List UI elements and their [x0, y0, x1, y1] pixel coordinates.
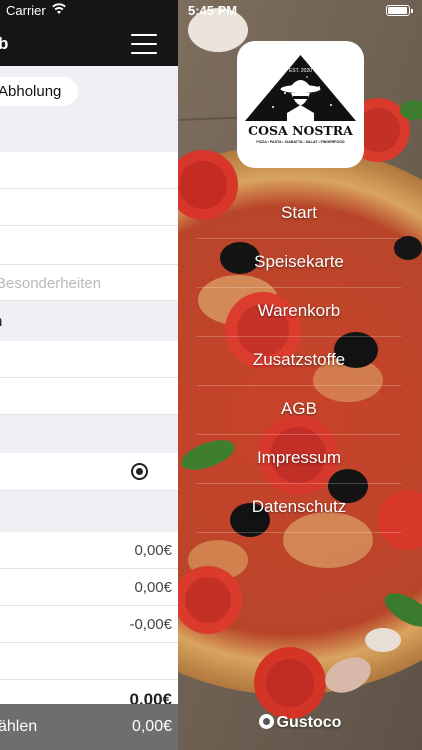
logo-subtitle: PIZZA • PASTA • CIABATTA • SALAT • FINGE…	[256, 140, 345, 144]
side-menu: 5:45 PM EST. 2020 COSA NOSTRA PIZZA • PA…	[178, 0, 422, 750]
gustoco-logo-icon	[258, 714, 274, 729]
form-field-5[interactable]	[0, 378, 178, 415]
page-title: b	[0, 34, 9, 53]
pickup-option-button[interactable]: Abholung	[0, 77, 78, 106]
wifi-icon	[52, 3, 66, 14]
radio-selected-icon[interactable]	[131, 463, 148, 480]
menu-item-label: Datenschutz	[251, 497, 347, 516]
payment-section-header	[0, 415, 178, 453]
status-time: 5:45 PM	[188, 3, 238, 18]
order-button-label: ählen	[0, 718, 38, 735]
menu-item-label: AGB	[281, 399, 317, 418]
menu-item-start[interactable]: Start	[197, 190, 401, 239]
svg-text:EST. 2020: EST. 2020	[289, 68, 312, 74]
notes-field[interactable]: Besonderheiten	[0, 265, 178, 301]
delivery-type-section: Abholung	[0, 66, 178, 152]
form-field-2[interactable]	[0, 189, 178, 226]
checkout-page: Carrier b Abholung Besonderheiten 0,00€ …	[0, 0, 178, 750]
summary-section-header	[0, 491, 178, 532]
menu-list: Start Speisekarte Warenkorb Zusatzstoffe…	[197, 190, 401, 533]
carrier-label: Carrier	[6, 3, 46, 18]
menu-item-agb[interactable]: AGB	[197, 386, 401, 435]
hamburger-menu-icon[interactable]	[131, 34, 157, 54]
summary-row-4	[0, 643, 178, 680]
menu-item-label: Speisekarte	[254, 252, 344, 271]
summary-amount-3: -0,00€	[129, 616, 172, 633]
summary-amount-1: 0,00€	[134, 542, 172, 559]
menu-item-label: Zusatzstoffe	[252, 350, 346, 369]
menu-item-warenkorb[interactable]: Warenkorb	[197, 288, 401, 337]
pickup-option-label: Abholung	[0, 83, 62, 100]
menu-item-impressum[interactable]: Impressum	[197, 435, 401, 484]
menu-item-label: Start	[281, 203, 317, 222]
gustoco-brand[interactable]: Gustoco	[178, 714, 422, 732]
section-header: n	[0, 301, 178, 341]
app-screen: Carrier b Abholung Besonderheiten 0,00€ …	[0, 0, 422, 750]
payment-option-row[interactable]	[0, 453, 178, 491]
menu-item-speisekarte[interactable]: Speisekarte	[197, 239, 401, 288]
form-field-3[interactable]	[0, 226, 178, 265]
gustoco-label: Gustoco	[276, 714, 342, 731]
status-bar-left: Carrier	[0, 0, 178, 22]
order-bottom-bar[interactable]: ählen 0,00€	[0, 704, 178, 750]
form-field-1[interactable]	[0, 152, 178, 189]
notes-placeholder: Besonderheiten	[0, 275, 102, 292]
logo-title: COSA NOSTRA	[248, 123, 353, 138]
checkout-form: Abholung Besonderheiten n 0,00€	[0, 66, 178, 717]
menu-item-label: Impressum	[256, 448, 342, 467]
menu-item-label: Warenkorb	[257, 301, 341, 320]
logo-image: EST. 2020 COSA NOSTRA PIZZA • PASTA • CI…	[245, 55, 356, 144]
menu-item-datenschutz[interactable]: Datenschutz	[197, 484, 401, 533]
summary-row-1: 0,00€	[0, 532, 178, 569]
cosa-nostra-logo: EST. 2020 COSA NOSTRA PIZZA • PASTA • CI…	[237, 41, 364, 168]
battery-icon	[386, 5, 413, 16]
summary-amount-2: 0,00€	[134, 579, 172, 596]
summary-row-3: -0,00€	[0, 606, 178, 643]
summary-row-2: 0,00€	[0, 569, 178, 606]
checkout-header: b	[0, 22, 178, 66]
menu-item-zusatzstoffe[interactable]: Zusatzstoffe	[197, 337, 401, 386]
section-header-label: n	[0, 313, 2, 330]
order-total: 0,00€	[131, 718, 172, 735]
form-field-4[interactable]	[0, 341, 178, 378]
